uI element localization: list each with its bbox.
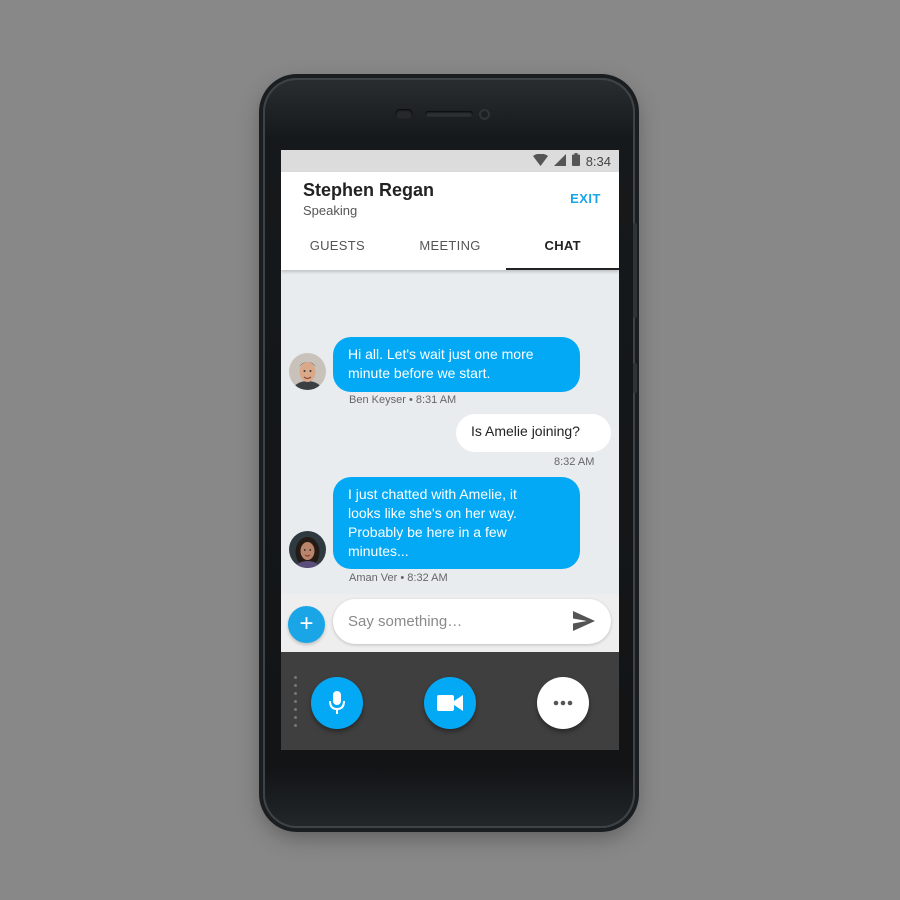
earpiece-speaker (425, 111, 473, 117)
message-text-line: minutes... (348, 543, 409, 559)
message-text-line: Hi all. Let's wait just one more (348, 346, 534, 362)
message-sender: Aman Ver (349, 572, 398, 584)
drag-handle[interactable] (294, 676, 298, 732)
caller-name: Stephen Regan (303, 180, 435, 200)
call-controls-bar (281, 652, 619, 750)
tab-meeting[interactable]: MEETING (394, 232, 507, 270)
meta-separator: • (408, 394, 416, 406)
message-bubble-outgoing[interactable]: Is Amelie joining? (456, 414, 611, 452)
signal-icon (553, 153, 566, 169)
plus-icon: + (299, 610, 314, 637)
message-text-line: looks like she's on her way. (348, 505, 517, 521)
message-bubble-incoming[interactable]: Hi all. Let's wait just one more minute … (333, 337, 580, 392)
more-options-button[interactable] (537, 677, 589, 729)
caller-status: Speaking (303, 203, 358, 218)
message-text-line: Is Amelie joining? (471, 423, 580, 439)
call-header: Stephen Regan Speaking EXIT GUESTS MEETI… (281, 172, 619, 270)
avatar-ben-keyser[interactable] (289, 353, 326, 390)
avatar-aman-ver[interactable] (289, 531, 326, 568)
message-time: 8:32 AM (554, 456, 595, 468)
status-time: 8:34 (585, 153, 611, 169)
message-text-line: minute before we start. (348, 365, 491, 381)
microphone-icon (329, 691, 345, 714)
microphone-button[interactable] (311, 677, 363, 729)
message-sender: Ben Keyser (349, 394, 406, 406)
exit-button[interactable]: EXIT (570, 191, 601, 206)
send-icon (573, 611, 595, 631)
front-camera (479, 109, 490, 120)
message-input[interactable] (333, 599, 611, 644)
message-meta: Ben Keyser • 8:31 AM (349, 394, 456, 406)
message-text-line: Probably be here in a few (348, 524, 507, 540)
message-bubble-incoming[interactable]: I just chatted with Amelie, it looks lik… (333, 477, 580, 569)
message-composer: + (281, 594, 619, 652)
tab-chat[interactable]: CHAT (506, 232, 619, 270)
proximity-sensor (395, 109, 413, 119)
tab-guests[interactable]: GUESTS (281, 232, 394, 270)
message-time: 8:31 AM (415, 394, 457, 406)
message-time: 8:32 AM (407, 572, 448, 584)
wifi-icon (532, 153, 548, 169)
video-button[interactable] (424, 677, 476, 729)
message-meta: Aman Ver • 8:32 AM (349, 572, 448, 584)
volume-button (633, 223, 637, 318)
tab-bar: GUESTS MEETING CHAT (281, 232, 619, 270)
send-button[interactable] (573, 611, 597, 633)
video-camera-icon (437, 695, 463, 711)
message-text-line: I just chatted with Amelie, it (348, 486, 517, 502)
power-button (633, 363, 637, 393)
more-horizontal-icon (553, 700, 573, 706)
add-attachment-button[interactable]: + (288, 606, 325, 643)
status-bar: 8:34 (281, 150, 619, 172)
battery-icon (571, 153, 580, 169)
app-screen: 8:34 Stephen Regan Speaking EXIT GUESTS … (281, 150, 619, 750)
